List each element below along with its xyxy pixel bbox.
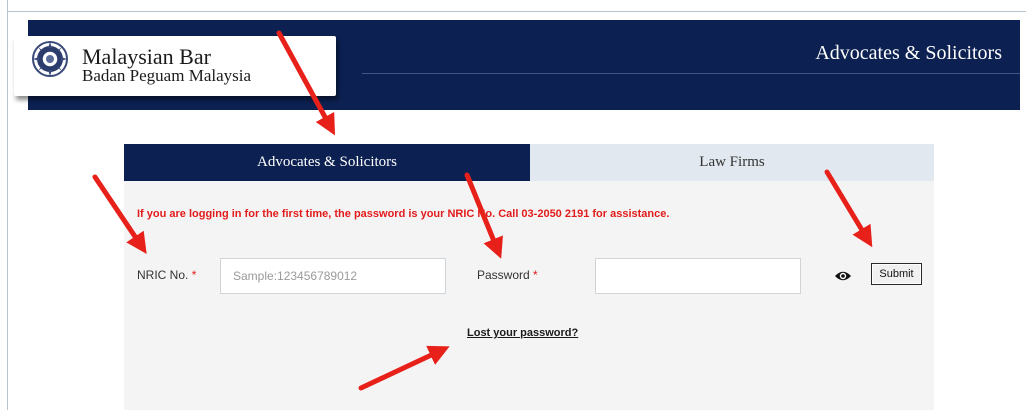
required-marker: * [533,268,538,282]
nric-input[interactable] [220,258,446,294]
tab-advocates-solicitors[interactable]: Advocates & Solicitors [124,144,530,181]
window-frame-right [1020,12,1026,410]
password-label: Password * [477,268,538,282]
password-label-text: Password [477,268,530,282]
header-divider [362,73,1020,74]
required-marker: * [191,268,197,282]
first-login-notice: If you are logging in for the first time… [137,208,670,220]
header-title: Advocates & Solicitors [815,42,1002,64]
window-frame-left [0,0,8,410]
tab-law-firms[interactable]: Law Firms [530,144,934,181]
password-input[interactable] [595,258,801,294]
lost-password-link[interactable]: Lost your password? [467,327,578,339]
logo-subtitle: Badan Peguam Malaysia [82,66,252,85]
nric-label-text: NRIC No. [137,268,189,282]
nric-label: NRIC No. * [137,268,196,282]
logo-name: Malaysian Bar [82,44,211,69]
eye-icon[interactable] [834,269,852,283]
submit-button[interactable]: Submit [871,263,922,285]
window-frame-top [0,0,1026,12]
malaysian-bar-emblem-icon [32,41,68,77]
